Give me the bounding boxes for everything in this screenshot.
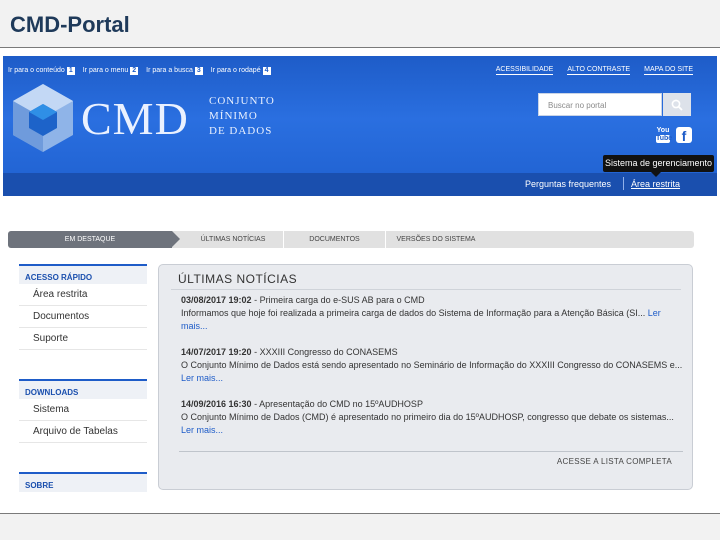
sidebar-item-restricted-area[interactable]: Área restrita: [19, 284, 147, 306]
full-list-link[interactable]: ACESSE A LISTA COMPLETA: [557, 457, 672, 466]
news-item[interactable]: 14/09/2016 16:30 - Apresentação do CMD n…: [181, 398, 687, 437]
skip-link-menu[interactable]: Ir para o menu 2: [83, 67, 139, 75]
logo-subtitle: CONJUNTO MÍNIMO DE DADOS: [209, 95, 275, 137]
accessibility-link[interactable]: ACESSIBILIDADE: [495, 66, 554, 75]
sidebar-item-support[interactable]: Suporte: [19, 328, 147, 350]
read-more-link[interactable]: Ler mais...: [181, 373, 223, 383]
tooltip: Sistema de gerenciamento: [603, 155, 714, 177]
tab-latest-news[interactable]: ÚLTIMAS NOTÍCIAS: [186, 231, 280, 248]
faq-link[interactable]: Perguntas frequentes: [525, 179, 611, 189]
downloads-title: DOWNLOADS: [19, 379, 147, 399]
tab-divider: [283, 231, 284, 248]
link-separator: [623, 177, 624, 190]
portal-header: Ir para o conteúdo 1 Ir para o menu 2 Ir p…: [3, 56, 717, 196]
about-menu: SOBRE: [19, 472, 147, 508]
tab-divider: [385, 231, 386, 248]
quick-access-menu: ACESSO RÁPIDO Área restrita Documentos S…: [19, 264, 147, 350]
sidebar-item-tables[interactable]: Arquivo de Tabelas: [19, 421, 147, 443]
skip-link-content[interactable]: Ir para o conteúdo 1: [8, 67, 75, 75]
news-item[interactable]: 03/08/2017 19:02 - Primeira carga do e-S…: [181, 294, 687, 333]
high-contrast-link[interactable]: ALTO CONTRASTE: [567, 66, 631, 75]
tab-documents[interactable]: DOCUMENTOS: [287, 231, 382, 248]
skip-links: Ir para o conteúdo 1 Ir para o menu 2 Ir p…: [8, 67, 271, 75]
youtube-icon[interactable]: You Tube: [656, 127, 672, 144]
slide-header: CMD-Portal: [0, 0, 720, 48]
top-links: ACESSIBILIDADE ALTO CONTRASTE MAPA DO SI…: [495, 66, 693, 75]
skip-link-footer[interactable]: Ir para o rodapé 4: [211, 67, 271, 75]
logo-wordmark[interactable]: CMD: [81, 92, 189, 145]
cube-logo-icon[interactable]: [11, 82, 75, 154]
search-button[interactable]: [663, 93, 691, 116]
sitemap-link[interactable]: MAPA DO SITE: [644, 66, 693, 75]
news-item[interactable]: 14/07/2017 19:20 - XXXIII Congresso do C…: [181, 346, 687, 385]
sidebar-item-documents[interactable]: Documentos: [19, 306, 147, 328]
read-more-link[interactable]: Ler mais...: [181, 425, 223, 435]
search-input[interactable]: Buscar no portal: [538, 93, 662, 116]
search-icon: [671, 99, 683, 111]
slide-title: CMD-Portal: [10, 12, 130, 37]
skip-link-search[interactable]: Ir para a busca 3: [146, 67, 203, 75]
about-title: SOBRE: [19, 472, 147, 492]
sidebar-item-system[interactable]: Sistema: [19, 399, 147, 421]
active-tab-arrow: [172, 231, 180, 247]
news-title: ÚLTIMAS NOTÍCIAS: [178, 272, 298, 286]
facebook-icon[interactable]: f: [676, 127, 692, 144]
downloads-menu: DOWNLOADS Sistema Arquivo de Tabelas: [19, 379, 147, 443]
slide-footer: [0, 513, 720, 540]
tab-system-versions[interactable]: VERSÕES DO SISTEMA: [390, 231, 482, 248]
divider: [179, 451, 683, 452]
divider: [171, 289, 681, 290]
quick-access-title: ACESSO RÁPIDO: [19, 264, 147, 284]
news-panel: ÚLTIMAS NOTÍCIAS 03/08/2017 19:02 - Prim…: [158, 264, 693, 490]
tab-featured[interactable]: EM DESTAQUE: [8, 231, 172, 248]
restricted-area-link[interactable]: Área restrita: [631, 179, 680, 189]
